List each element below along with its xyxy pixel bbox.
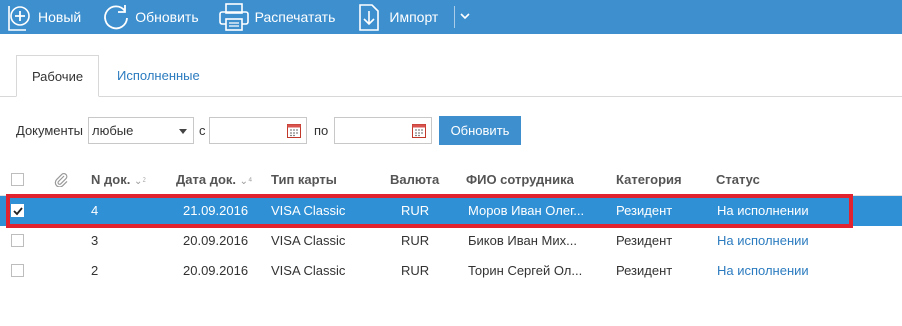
- tab-working[interactable]: Рабочие: [16, 55, 99, 97]
- date-to-input[interactable]: [334, 117, 432, 144]
- paperclip-icon: [53, 173, 69, 190]
- documents-label: Документы: [16, 123, 84, 138]
- new-document-icon: [6, 2, 32, 32]
- currency-cell: RUR: [401, 233, 430, 248]
- refresh-icon: [101, 2, 131, 32]
- status-cell[interactable]: На исполнении: [717, 203, 809, 218]
- doc-date-column-header[interactable]: Дата док. ⌄⁴: [176, 172, 252, 187]
- checkmark-icon: [13, 207, 23, 216]
- tabs-divider: [0, 96, 902, 97]
- doc-number-cell: 2: [91, 263, 99, 278]
- doc-number-cell: 3: [91, 233, 99, 248]
- card-type-cell: VISA Classic: [271, 233, 346, 248]
- toolbar-separator: [454, 6, 456, 28]
- doc-number-header-label: N док.: [91, 172, 131, 187]
- status-cell[interactable]: На исполнении: [717, 233, 809, 248]
- attachment-column-header: [53, 171, 69, 190]
- row-checkbox[interactable]: [11, 234, 24, 247]
- row-checkbox[interactable]: [11, 264, 24, 277]
- status-cell[interactable]: На исполнении: [717, 263, 809, 278]
- calendar-icon[interactable]: [412, 123, 426, 141]
- new-button-label: Новый: [38, 9, 82, 25]
- sort-order: ⁲: [142, 176, 146, 187]
- new-button[interactable]: Новый: [6, 0, 81, 34]
- print-button[interactable]: Распечатать: [217, 0, 336, 34]
- select-all-checkbox[interactable]: [11, 173, 24, 186]
- import-button[interactable]: Импорт: [357, 0, 438, 34]
- calendar-icon[interactable]: [287, 123, 301, 141]
- documents-select-value: любые: [92, 123, 134, 138]
- row-checkbox[interactable]: [11, 204, 24, 217]
- currency-cell: RUR: [401, 203, 430, 218]
- dropdown-arrow-icon: [179, 129, 187, 134]
- chevron-down-icon[interactable]: [459, 10, 471, 24]
- table-row[interactable]: 2 20.09.2016 VISA Classic RUR Торин Серг…: [0, 256, 902, 286]
- category-cell: Резидент: [616, 203, 673, 218]
- doc-date-cell: 21.09.2016: [183, 203, 249, 218]
- card-type-cell: VISA Classic: [271, 203, 346, 218]
- date-from-input[interactable]: [209, 117, 307, 144]
- date-to-label: по: [314, 123, 329, 138]
- employee-column-header[interactable]: ФИО сотрудника: [466, 172, 574, 187]
- filter-refresh-button[interactable]: Обновить: [439, 116, 521, 145]
- main-toolbar: Новый Обновить Распечатать Импорт: [0, 0, 902, 34]
- category-column-header[interactable]: Категория: [616, 172, 682, 187]
- sort-order: ⁴: [248, 176, 253, 187]
- refresh-toolbar-label: Обновить: [135, 9, 199, 25]
- currency-cell: RUR: [401, 263, 430, 278]
- table-row[interactable]: 3 20.09.2016 VISA Classic RUR Биков Иван…: [0, 226, 902, 256]
- card-type-column-header[interactable]: Тип карты: [271, 172, 337, 187]
- employee-cell: Биков Иван Мих...: [468, 233, 577, 248]
- employee-cell: Торин Сергей Ол...: [468, 263, 583, 278]
- category-cell: Резидент: [616, 263, 673, 278]
- doc-number-cell: 4: [91, 203, 99, 218]
- status-column-header[interactable]: Статус: [716, 172, 760, 187]
- doc-date-cell: 20.09.2016: [183, 233, 249, 248]
- import-icon: [357, 2, 381, 32]
- refresh-toolbar-button[interactable]: Обновить: [101, 0, 199, 34]
- currency-column-header[interactable]: Валюта: [390, 172, 439, 187]
- employee-cell: Моров Иван Олег...: [468, 203, 585, 218]
- table-row[interactable]: 4 21.09.2016 VISA Classic RUR Моров Иван…: [0, 196, 902, 226]
- category-cell: Резидент: [616, 233, 673, 248]
- print-button-label: Распечатать: [254, 9, 336, 25]
- date-from-label: с: [199, 123, 206, 138]
- documents-select[interactable]: любые: [88, 117, 194, 144]
- sort-icon: ⌄: [239, 176, 249, 187]
- doc-date-cell: 20.09.2016: [183, 263, 249, 278]
- tab-completed[interactable]: Исполненные: [117, 68, 200, 83]
- card-type-cell: VISA Classic: [271, 263, 346, 278]
- doc-date-header-label: Дата док.: [176, 172, 237, 187]
- doc-number-column-header[interactable]: N док. ⌄⁲: [91, 172, 146, 187]
- import-button-label: Импорт: [389, 9, 439, 25]
- printer-icon: [217, 2, 251, 32]
